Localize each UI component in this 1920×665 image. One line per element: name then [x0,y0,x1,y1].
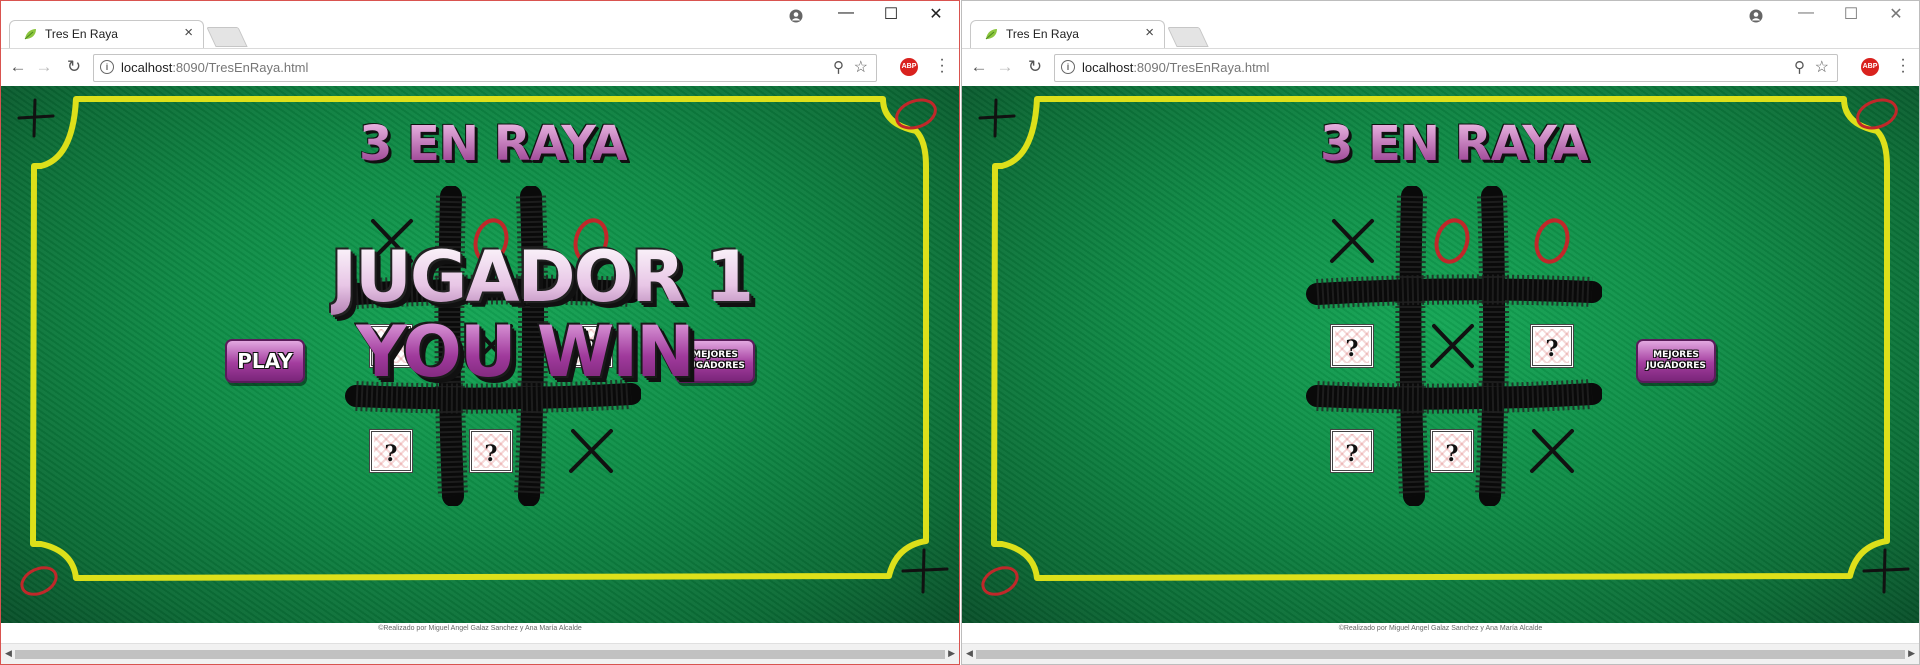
game-title: 3 EN RAYA [1320,116,1589,172]
forward-icon[interactable]: → [33,57,55,77]
address-bar[interactable]: i localhost:8090/TresEnRaya.html ⚲ ☆ [93,54,877,82]
url-text[interactable]: localhost:8090/TresEnRaya.html [121,60,308,75]
menu-icon[interactable]: · · · [935,52,949,80]
game-title: 3 EN RAYA [359,116,628,172]
question-mark-icon: ? [1345,336,1359,362]
tab-title: Tres En Raya [1006,27,1079,41]
browser-tab[interactable]: Tres En Raya × [9,20,204,48]
corner-cross-icon [978,98,1016,138]
info-icon[interactable]: i [100,60,114,74]
maximize-button[interactable]: ☐ [1836,4,1866,24]
maximize-button[interactable]: ☐ [876,4,906,24]
scroll-thumb[interactable] [15,650,945,659]
leaf-favicon-icon [985,29,997,40]
back-icon[interactable]: ← [7,57,29,77]
star-icon[interactable]: ☆ [1815,57,1829,77]
new-tab-button[interactable] [206,27,248,47]
zoom-icon[interactable]: ⚲ [833,58,844,76]
forward-icon[interactable]: → [994,57,1016,77]
browser-tab[interactable]: Tres En Raya × [970,20,1165,48]
tab-title: Tres En Raya [45,27,118,41]
x-mark-icon [569,429,613,473]
browser-window-right: Tres En Raya × — ☐ ✕ ← → ↻ i localhost:8… [961,0,1920,665]
corner-circle-icon [981,566,1019,596]
title-bar: Tres En Raya × — ☐ ✕ [1,1,959,48]
x-mark-icon [1330,219,1374,263]
scroll-thumb[interactable] [976,650,1905,659]
reload-icon[interactable]: ↻ [1024,57,1046,77]
mystery-card[interactable]: ? [369,429,413,473]
adblock-icon[interactable]: ABP [900,58,918,76]
corner-circle-icon [895,98,937,130]
corner-cross-icon [1862,548,1910,594]
close-button[interactable]: ✕ [921,4,951,24]
new-tab-button[interactable] [1167,27,1209,47]
user-icon[interactable] [1749,9,1763,23]
address-bar[interactable]: i localhost:8090/TresEnRaya.html ⚲ ☆ [1054,54,1838,82]
you-win-text: YOU WIN [356,311,695,393]
play-button[interactable]: PLAY [225,339,305,383]
mystery-card[interactable]: ? [1430,429,1474,473]
game-viewport: 3 EN RAYA ???? PLAY MEJORESJUGADORES JUG… [1,86,959,623]
question-mark-icon: ? [1445,441,1459,467]
best-players-button[interactable]: MEJORES JUGADORES [1636,339,1716,383]
title-bar: Tres En Raya × — ☐ ✕ [962,1,1919,48]
back-icon[interactable]: ← [968,57,990,77]
o-mark-icon [1534,218,1570,264]
corner-cross-icon [901,548,949,594]
url-text[interactable]: localhost:8090/TresEnRaya.html [1082,60,1269,75]
mystery-card[interactable]: ? [1330,324,1374,368]
minimize-button[interactable]: — [831,4,861,22]
corner-circle-icon [20,566,58,596]
question-mark-icon: ? [384,441,398,467]
browser-window-left: Tres En Raya × — ☐ ✕ ← → ↻ i localhost:8… [0,0,960,665]
scroll-right-icon[interactable]: ▶ [948,648,955,659]
scroll-right-icon[interactable]: ▶ [1908,648,1915,659]
o-mark-icon [1434,218,1470,264]
leaf-favicon-icon [24,29,36,40]
horizontal-scrollbar[interactable]: ◀ ▶ [1,643,959,664]
scroll-left-icon[interactable]: ◀ [966,648,973,659]
winner-player-text: JUGADOR 1 [331,236,754,318]
adblock-icon[interactable]: ABP [1861,58,1879,76]
question-mark-icon: ? [484,441,498,467]
mystery-card[interactable]: ? [1530,324,1574,368]
mystery-card[interactable]: ? [1330,429,1374,473]
tab-close-icon[interactable]: × [184,24,193,41]
corner-circle-icon [1856,98,1898,130]
zoom-icon[interactable]: ⚲ [1794,58,1805,76]
browser-toolbar: ← → ↻ i localhost:8090/TresEnRaya.html ⚲… [962,48,1919,88]
horizontal-scrollbar[interactable]: ◀ ▶ [962,643,1919,664]
close-button[interactable]: ✕ [1881,4,1911,24]
reload-icon[interactable]: ↻ [63,57,85,77]
footer-credits: ©Realizado por Miguel Angel Galaz Sanche… [1,623,959,639]
browser-toolbar: ← → ↻ i localhost:8090/TresEnRaya.html ⚲… [1,48,959,88]
question-mark-icon: ? [1345,441,1359,467]
minimize-button[interactable]: — [1791,4,1821,22]
menu-icon[interactable]: · · · [1896,52,1910,80]
mystery-card[interactable]: ? [469,429,513,473]
game-board: ???? [1302,186,1602,506]
question-mark-icon: ? [1545,336,1559,362]
star-icon[interactable]: ☆ [854,57,868,77]
corner-cross-icon [17,98,55,138]
footer-credits: ©Realizado por Miguel Angel Galaz Sanche… [962,623,1919,639]
tab-close-icon[interactable]: × [1145,24,1154,41]
game-viewport: 3 EN RAYA ???? MEJORES JUGADORES [962,86,1919,623]
x-mark-icon [1430,324,1474,368]
x-mark-icon [1530,429,1574,473]
info-icon[interactable]: i [1061,60,1075,74]
scroll-left-icon[interactable]: ◀ [5,648,12,659]
user-icon[interactable] [789,9,803,23]
